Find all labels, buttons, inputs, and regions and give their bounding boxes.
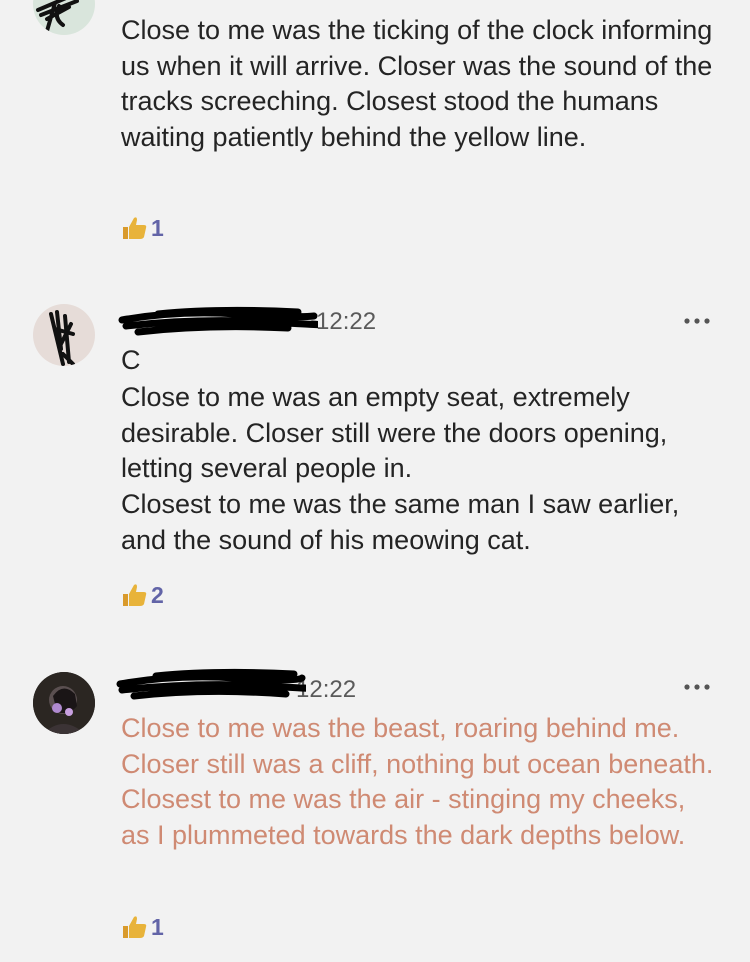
avatar-image bbox=[33, 672, 95, 734]
reaction-count: 1 bbox=[151, 913, 164, 940]
message-time: 12:22 bbox=[316, 308, 377, 335]
reaction-like[interactable]: 1 bbox=[121, 914, 164, 940]
thumbs-up-icon bbox=[123, 584, 147, 606]
reaction-like[interactable]: 2 bbox=[121, 582, 164, 608]
more-options-icon[interactable] bbox=[683, 681, 713, 693]
reaction-count: 1 bbox=[151, 214, 164, 241]
message-extra-line: C bbox=[121, 345, 141, 375]
avatar[interactable] bbox=[33, 672, 95, 734]
avatar[interactable] bbox=[33, 304, 95, 366]
avatar[interactable] bbox=[33, 0, 95, 35]
thumbs-up-icon bbox=[123, 916, 147, 938]
message-3: 12:22 Close to me was the beast, roaring… bbox=[0, 640, 750, 962]
avatar-scribble bbox=[36, 0, 79, 33]
message-body: Close to me was the beast, roaring behin… bbox=[121, 713, 714, 851]
avatar-scribble bbox=[49, 310, 75, 366]
reaction-like[interactable]: 1 bbox=[121, 215, 164, 241]
message-body: Close to me was an empty seat, extremely… bbox=[121, 382, 680, 555]
message-2: 12:22 C Close to me was an empty seat, e… bbox=[0, 270, 750, 620]
more-options-icon[interactable] bbox=[683, 315, 713, 327]
thumbs-up-icon bbox=[123, 217, 147, 239]
message-body: Close to me was the ticking of the clock… bbox=[121, 15, 713, 153]
reaction-count: 2 bbox=[151, 581, 164, 608]
redaction-scribble bbox=[118, 306, 318, 336]
message-1: Close to me was the ticking of the clock… bbox=[0, 0, 750, 250]
redaction-scribble bbox=[116, 668, 306, 700]
